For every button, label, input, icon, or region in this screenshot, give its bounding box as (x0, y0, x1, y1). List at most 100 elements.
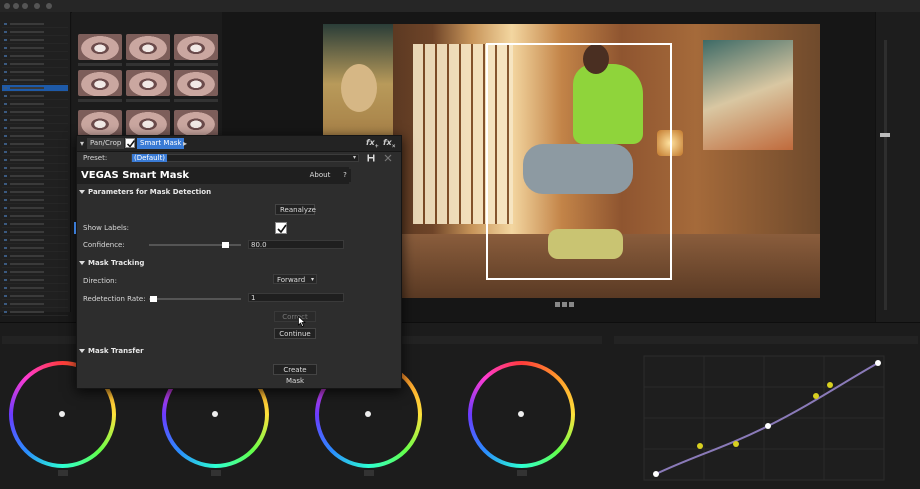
preset-value[interactable]: (Default) (132, 154, 168, 162)
preset-thumbnail[interactable] (78, 110, 122, 136)
level-slider-track[interactable] (884, 40, 887, 310)
list-item[interactable] (2, 61, 68, 68)
direction-dropdown[interactable]: Forward ▾ (273, 274, 317, 284)
list-item[interactable] (2, 109, 68, 116)
list-item[interactable] (2, 117, 68, 124)
save-icon[interactable] (367, 154, 375, 162)
list-item[interactable] (2, 173, 68, 180)
preset-thumbnail[interactable] (126, 34, 170, 60)
stop-icon[interactable] (569, 302, 574, 307)
list-item[interactable] (2, 21, 68, 28)
list-item[interactable] (2, 277, 68, 284)
level-slider-knob[interactable] (880, 133, 890, 137)
redetection-slider-track[interactable] (149, 298, 241, 300)
wheel-handle[interactable] (365, 411, 371, 417)
list-item[interactable] (2, 237, 68, 244)
wheel-reset[interactable] (58, 470, 68, 476)
toolbar-icon[interactable] (22, 3, 28, 9)
list-item[interactable] (2, 213, 68, 220)
list-item[interactable] (2, 269, 68, 276)
keyframe-indicator (74, 222, 76, 234)
list-item[interactable] (2, 285, 68, 292)
tab-smart-mask[interactable]: Smart Mask (137, 138, 185, 149)
close-icon[interactable] (384, 154, 392, 162)
list-item[interactable] (2, 125, 68, 132)
toolbar-icon[interactable] (13, 3, 19, 9)
wheel-handle[interactable] (59, 411, 65, 417)
mask-bounding-box[interactable] (486, 43, 672, 280)
wheel-reset[interactable] (517, 470, 527, 476)
list-item[interactable] (2, 141, 68, 148)
list-item-selected[interactable] (2, 85, 68, 92)
fx-remove-icon[interactable]: fx× (383, 138, 396, 150)
list-item[interactable] (2, 245, 68, 252)
list-item[interactable] (2, 221, 68, 228)
tab-pan-crop[interactable]: Pan/Crop (87, 138, 125, 149)
correct-mask-button[interactable]: Correct Mas (274, 311, 316, 322)
wheel-handle[interactable] (212, 411, 218, 417)
preset-thumbnail[interactable] (78, 34, 122, 60)
list-item[interactable] (2, 229, 68, 236)
list-item[interactable] (2, 189, 68, 196)
continue-tracking-button[interactable]: Continue Tr (274, 328, 316, 339)
wheel-reset[interactable] (211, 470, 221, 476)
confidence-slider-knob[interactable] (222, 242, 229, 248)
transport-controls (555, 300, 585, 307)
list-item[interactable] (2, 29, 68, 36)
chevron-down-icon[interactable]: ▸ (183, 139, 187, 148)
about-button[interactable]: About (307, 169, 333, 182)
list-item[interactable] (2, 45, 68, 52)
reanalyze-button[interactable]: Reanalyze (275, 204, 316, 215)
list-item[interactable] (2, 293, 68, 300)
toolbar-icon[interactable] (4, 3, 10, 9)
list-item[interactable] (2, 253, 68, 260)
help-button[interactable]: ? (339, 169, 351, 182)
plugin-title: VEGAS Smart Mask (81, 170, 190, 181)
confidence-value[interactable]: 80.0 (248, 240, 344, 249)
color-wheel-offset[interactable] (468, 361, 575, 468)
smart-mask-enable-checkbox[interactable] (125, 138, 136, 148)
list-item[interactable] (2, 149, 68, 156)
pause-icon[interactable] (562, 302, 567, 307)
list-item[interactable] (2, 77, 68, 84)
preset-thumbnails (72, 12, 222, 147)
section-mask-transfer[interactable]: Mask Transfer (77, 347, 401, 358)
list-item[interactable] (2, 133, 68, 140)
preset-thumbnail[interactable] (78, 70, 122, 96)
show-labels-checkbox[interactable] (275, 222, 287, 234)
chevron-down-icon[interactable]: ▾ (80, 139, 84, 148)
play-icon[interactable] (555, 302, 560, 307)
preset-thumbnail[interactable] (126, 70, 170, 96)
section-mask-tracking[interactable]: Mask Tracking (77, 259, 401, 270)
list-item[interactable] (2, 53, 68, 60)
list-item[interactable] (2, 197, 68, 204)
create-mask-button[interactable]: Create Mask (273, 364, 317, 385)
curve-point (875, 360, 881, 366)
fx-add-icon[interactable]: fx+ (366, 138, 379, 150)
list-item[interactable] (2, 101, 68, 108)
list-item[interactable] (2, 165, 68, 172)
section-mask-detection[interactable]: Parameters for Mask Detection (77, 188, 401, 199)
preset-thumbnail[interactable] (126, 110, 170, 136)
wheel-reset[interactable] (364, 470, 374, 476)
color-curves-graph[interactable] (614, 346, 918, 488)
audio-meters (875, 12, 920, 322)
list-item[interactable] (2, 69, 68, 76)
redetection-rate-value[interactable]: 1 (248, 293, 344, 302)
list-item[interactable] (2, 157, 68, 164)
list-item[interactable] (2, 301, 68, 308)
preset-thumbnail[interactable] (174, 110, 218, 136)
list-item[interactable] (2, 93, 68, 100)
list-item[interactable] (2, 205, 68, 212)
list-item[interactable] (2, 309, 68, 316)
wheel-handle[interactable] (518, 411, 524, 417)
toolbar-icon[interactable] (46, 3, 52, 9)
list-item[interactable] (2, 261, 68, 268)
preset-thumbnail[interactable] (174, 34, 218, 60)
preset-thumbnail[interactable] (174, 70, 218, 96)
list-item[interactable] (2, 37, 68, 44)
chevron-down-icon[interactable]: ▾ (353, 154, 356, 161)
redetection-slider-knob[interactable] (150, 296, 157, 302)
toolbar-icon[interactable] (34, 3, 40, 9)
list-item[interactable] (2, 181, 68, 188)
